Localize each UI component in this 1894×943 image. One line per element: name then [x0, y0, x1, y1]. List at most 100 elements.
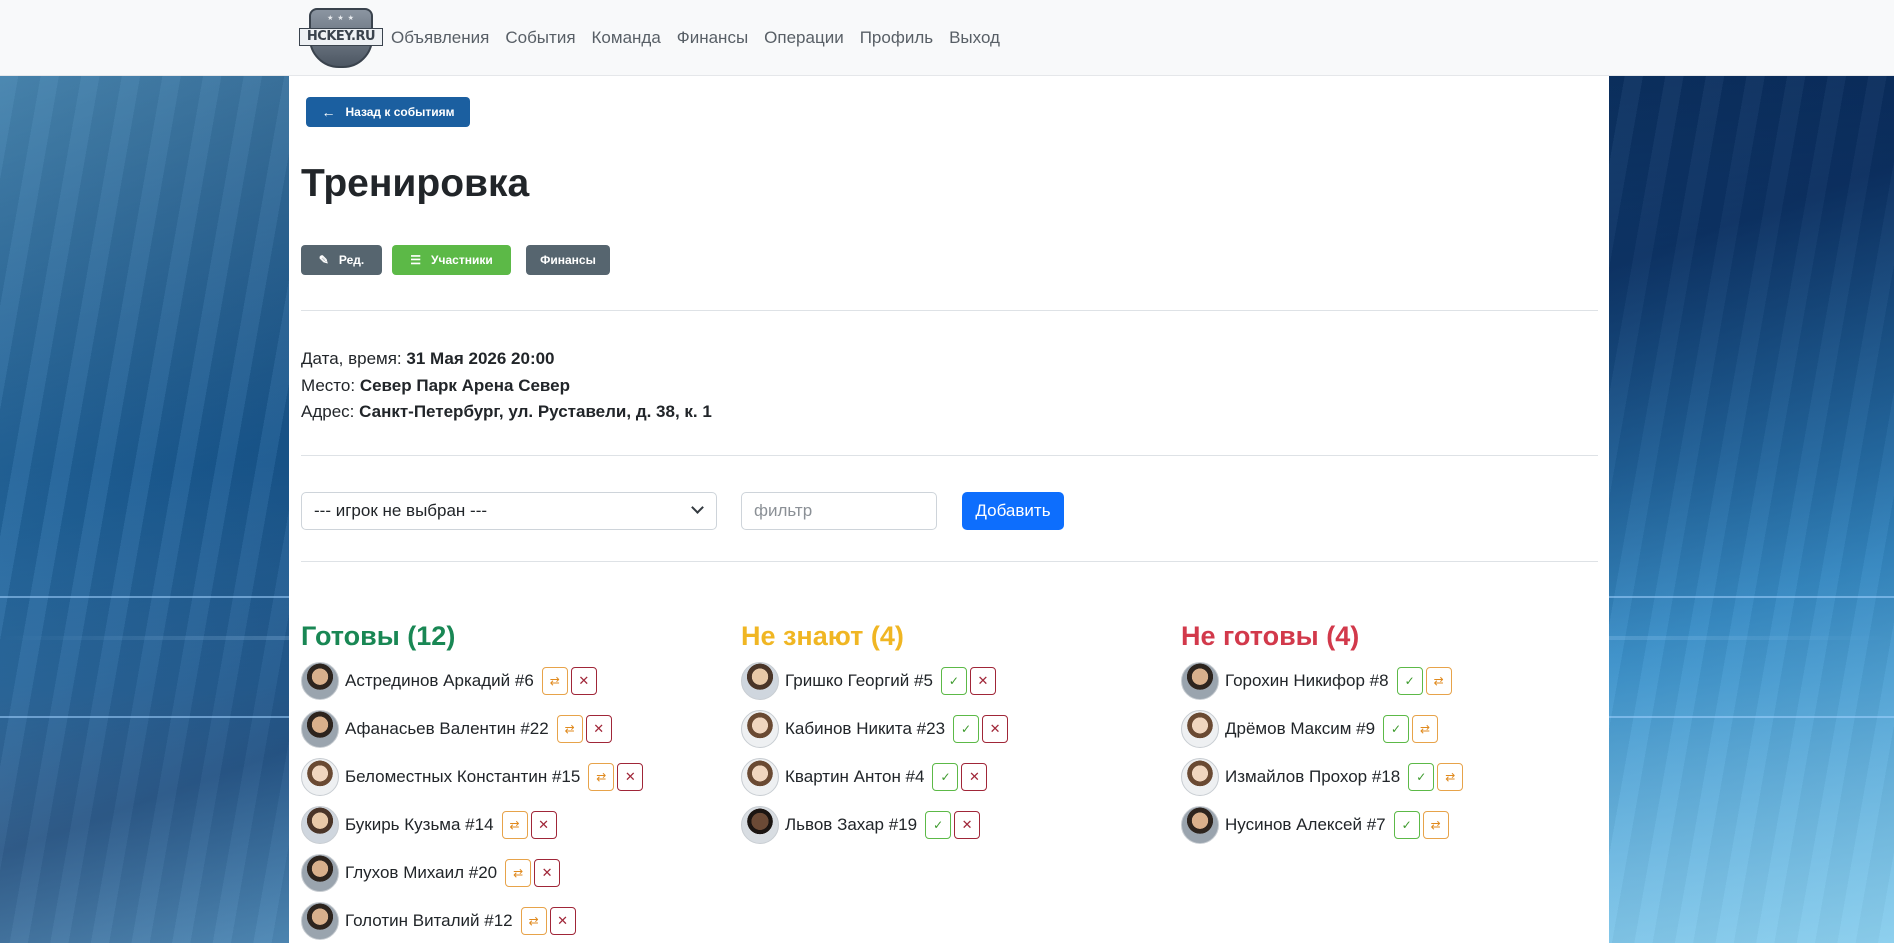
switch-icon[interactable]: ⇄ [501, 811, 528, 839]
back-to-events-button[interactable]: ← Назад к событиям [306, 97, 470, 127]
close-icon[interactable]: ✕ [961, 763, 988, 791]
avatar [741, 806, 779, 844]
switch-icon[interactable]: ⇄ [556, 715, 583, 743]
event-address: Адрес: Санкт-Петербург, ул. Руставели, д… [301, 402, 712, 421]
list-item: Афанасьев Валентин #22 ⇄ ✕ [301, 705, 643, 753]
close-icon[interactable]: ✕ [530, 811, 557, 839]
check-icon[interactable]: ✓ [1383, 715, 1410, 743]
filter-input[interactable] [741, 492, 937, 530]
player-name[interactable]: Голотин Виталий #12 [345, 911, 513, 931]
switch-icon[interactable]: ⇄ [1425, 667, 1452, 695]
avatar [1181, 806, 1219, 844]
list-item: Астрединов Аркадий #6 ⇄ ✕ [301, 657, 643, 705]
player-name[interactable]: Глухов Михаил #20 [345, 863, 497, 883]
list-item: Глухов Михаил #20 ⇄ ✕ [301, 849, 643, 897]
navbar: HCKEY.RU Объявления События Команда Фина… [0, 0, 1894, 76]
player-select-value: --- игрок не выбран --- [314, 501, 488, 520]
column-unknown-title: Не знают (4) [741, 621, 904, 651]
add-player-controls: --- игрок не выбран --- Добавить [301, 492, 1064, 530]
close-icon[interactable]: ✕ [617, 763, 644, 791]
logo-text: HCKEY.RU [299, 28, 383, 46]
divider [301, 310, 1598, 311]
participants-button[interactable]: ☰ Участники [392, 245, 511, 275]
player-name[interactable]: Измайлов Прохор #18 [1225, 767, 1400, 787]
nav-link-events[interactable]: События [505, 28, 575, 48]
arrow-left-icon: ← [321, 104, 336, 120]
nav-link-logout[interactable]: Выход [949, 28, 1000, 48]
check-icon[interactable]: ✓ [1396, 667, 1423, 695]
switch-icon[interactable]: ⇄ [1437, 763, 1464, 791]
nav-link-team[interactable]: Команда [592, 28, 661, 48]
player-name[interactable]: Астрединов Аркадий #6 [345, 671, 534, 691]
check-icon[interactable]: ✓ [1408, 763, 1435, 791]
main-content: ← Назад к событиям Тренировка ✎ Ред. ☰ У… [289, 76, 1609, 943]
avatar [301, 902, 339, 940]
close-icon[interactable]: ✕ [969, 667, 996, 695]
list-item: Голотин Виталий #12 ⇄ ✕ [301, 897, 643, 943]
add-player-button[interactable]: Добавить [962, 492, 1064, 530]
participants-button-label: Участники [431, 253, 493, 267]
check-icon[interactable]: ✓ [932, 763, 959, 791]
list-item: Нусинов Алексей #7 ✓ ⇄ [1181, 801, 1463, 849]
check-icon[interactable]: ✓ [940, 667, 967, 695]
avatar [301, 806, 339, 844]
avatar [301, 854, 339, 892]
check-icon[interactable]: ✓ [925, 811, 952, 839]
event-datetime: Дата, время: 31 Мая 2026 20:00 [301, 349, 555, 368]
player-name[interactable]: Львов Захар #19 [785, 815, 917, 835]
avatar [1181, 710, 1219, 748]
list-item: Букирь Кузьма #14 ⇄ ✕ [301, 801, 643, 849]
close-icon[interactable]: ✕ [534, 859, 561, 887]
switch-icon[interactable]: ⇄ [1422, 811, 1449, 839]
switch-icon[interactable]: ⇄ [541, 667, 568, 695]
edit-button[interactable]: ✎ Ред. [301, 245, 382, 275]
list-item: Горохин Никифор #8 ✓ ⇄ [1181, 657, 1463, 705]
close-icon[interactable]: ✕ [549, 907, 576, 935]
check-icon[interactable]: ✓ [953, 715, 980, 743]
avatar [741, 662, 779, 700]
player-name[interactable]: Беломестных Константин #15 [345, 767, 580, 787]
close-icon[interactable]: ✕ [954, 811, 981, 839]
player-name[interactable]: Кабинов Никита #23 [785, 719, 945, 739]
player-select[interactable]: --- игрок не выбран --- [301, 492, 717, 530]
switch-icon[interactable]: ⇄ [505, 859, 532, 887]
player-name[interactable]: Горохин Никифор #8 [1225, 671, 1389, 691]
finance-button-label: Финансы [540, 253, 596, 267]
player-name[interactable]: Афанасьев Валентин #22 [345, 719, 549, 739]
close-icon[interactable]: ✕ [570, 667, 597, 695]
finance-button[interactable]: Финансы [526, 245, 610, 275]
player-name[interactable]: Квартин Антон #4 [785, 767, 924, 787]
nav-link-profile[interactable]: Профиль [860, 28, 933, 48]
list-item: Кабинов Никита #23 ✓ ✕ [741, 705, 1009, 753]
nav-link-operations[interactable]: Операции [764, 28, 844, 48]
list-item: Беломестных Константин #15 ⇄ ✕ [301, 753, 644, 801]
switch-icon[interactable]: ⇄ [520, 907, 547, 935]
event-actions: ✎ Ред. ☰ Участники Финансы [301, 245, 610, 275]
player-name[interactable]: Гришко Георгий #5 [785, 671, 933, 691]
avatar [301, 710, 339, 748]
switch-icon[interactable]: ⇄ [588, 763, 615, 791]
list-item: Дрёмов Максим #9 ✓ ⇄ [1181, 705, 1463, 753]
avatar [741, 710, 779, 748]
close-icon[interactable]: ✕ [585, 715, 612, 743]
column-ready: Готовы (12) Астрединов Аркадий #6 ⇄ ✕ Аф… [301, 621, 644, 943]
switch-icon[interactable]: ⇄ [1412, 715, 1439, 743]
avatar [301, 662, 339, 700]
player-name[interactable]: Нусинов Алексей #7 [1225, 815, 1386, 835]
avatar [1181, 758, 1219, 796]
nav-link-announcements[interactable]: Объявления [391, 28, 489, 48]
player-name[interactable]: Букирь Кузьма #14 [345, 815, 494, 835]
edit-icon: ✎ [318, 253, 329, 267]
back-button-label: Назад к событиям [345, 105, 455, 119]
nav-link-finance[interactable]: Финансы [677, 28, 748, 48]
site-logo[interactable]: HCKEY.RU [299, 6, 383, 70]
player-name[interactable]: Дрёмов Максим #9 [1225, 719, 1375, 739]
avatar [301, 758, 339, 796]
close-icon[interactable]: ✕ [982, 715, 1009, 743]
avatar [741, 758, 779, 796]
column-not-ready: Не готовы (4) Горохин Никифор #8 ✓ ⇄ Дрё… [1181, 621, 1464, 849]
check-icon[interactable]: ✓ [1393, 811, 1420, 839]
event-place: Место: Север Парк Арена Север [301, 375, 570, 395]
page-title: Тренировка [301, 162, 530, 205]
list-icon: ☰ [410, 253, 422, 267]
